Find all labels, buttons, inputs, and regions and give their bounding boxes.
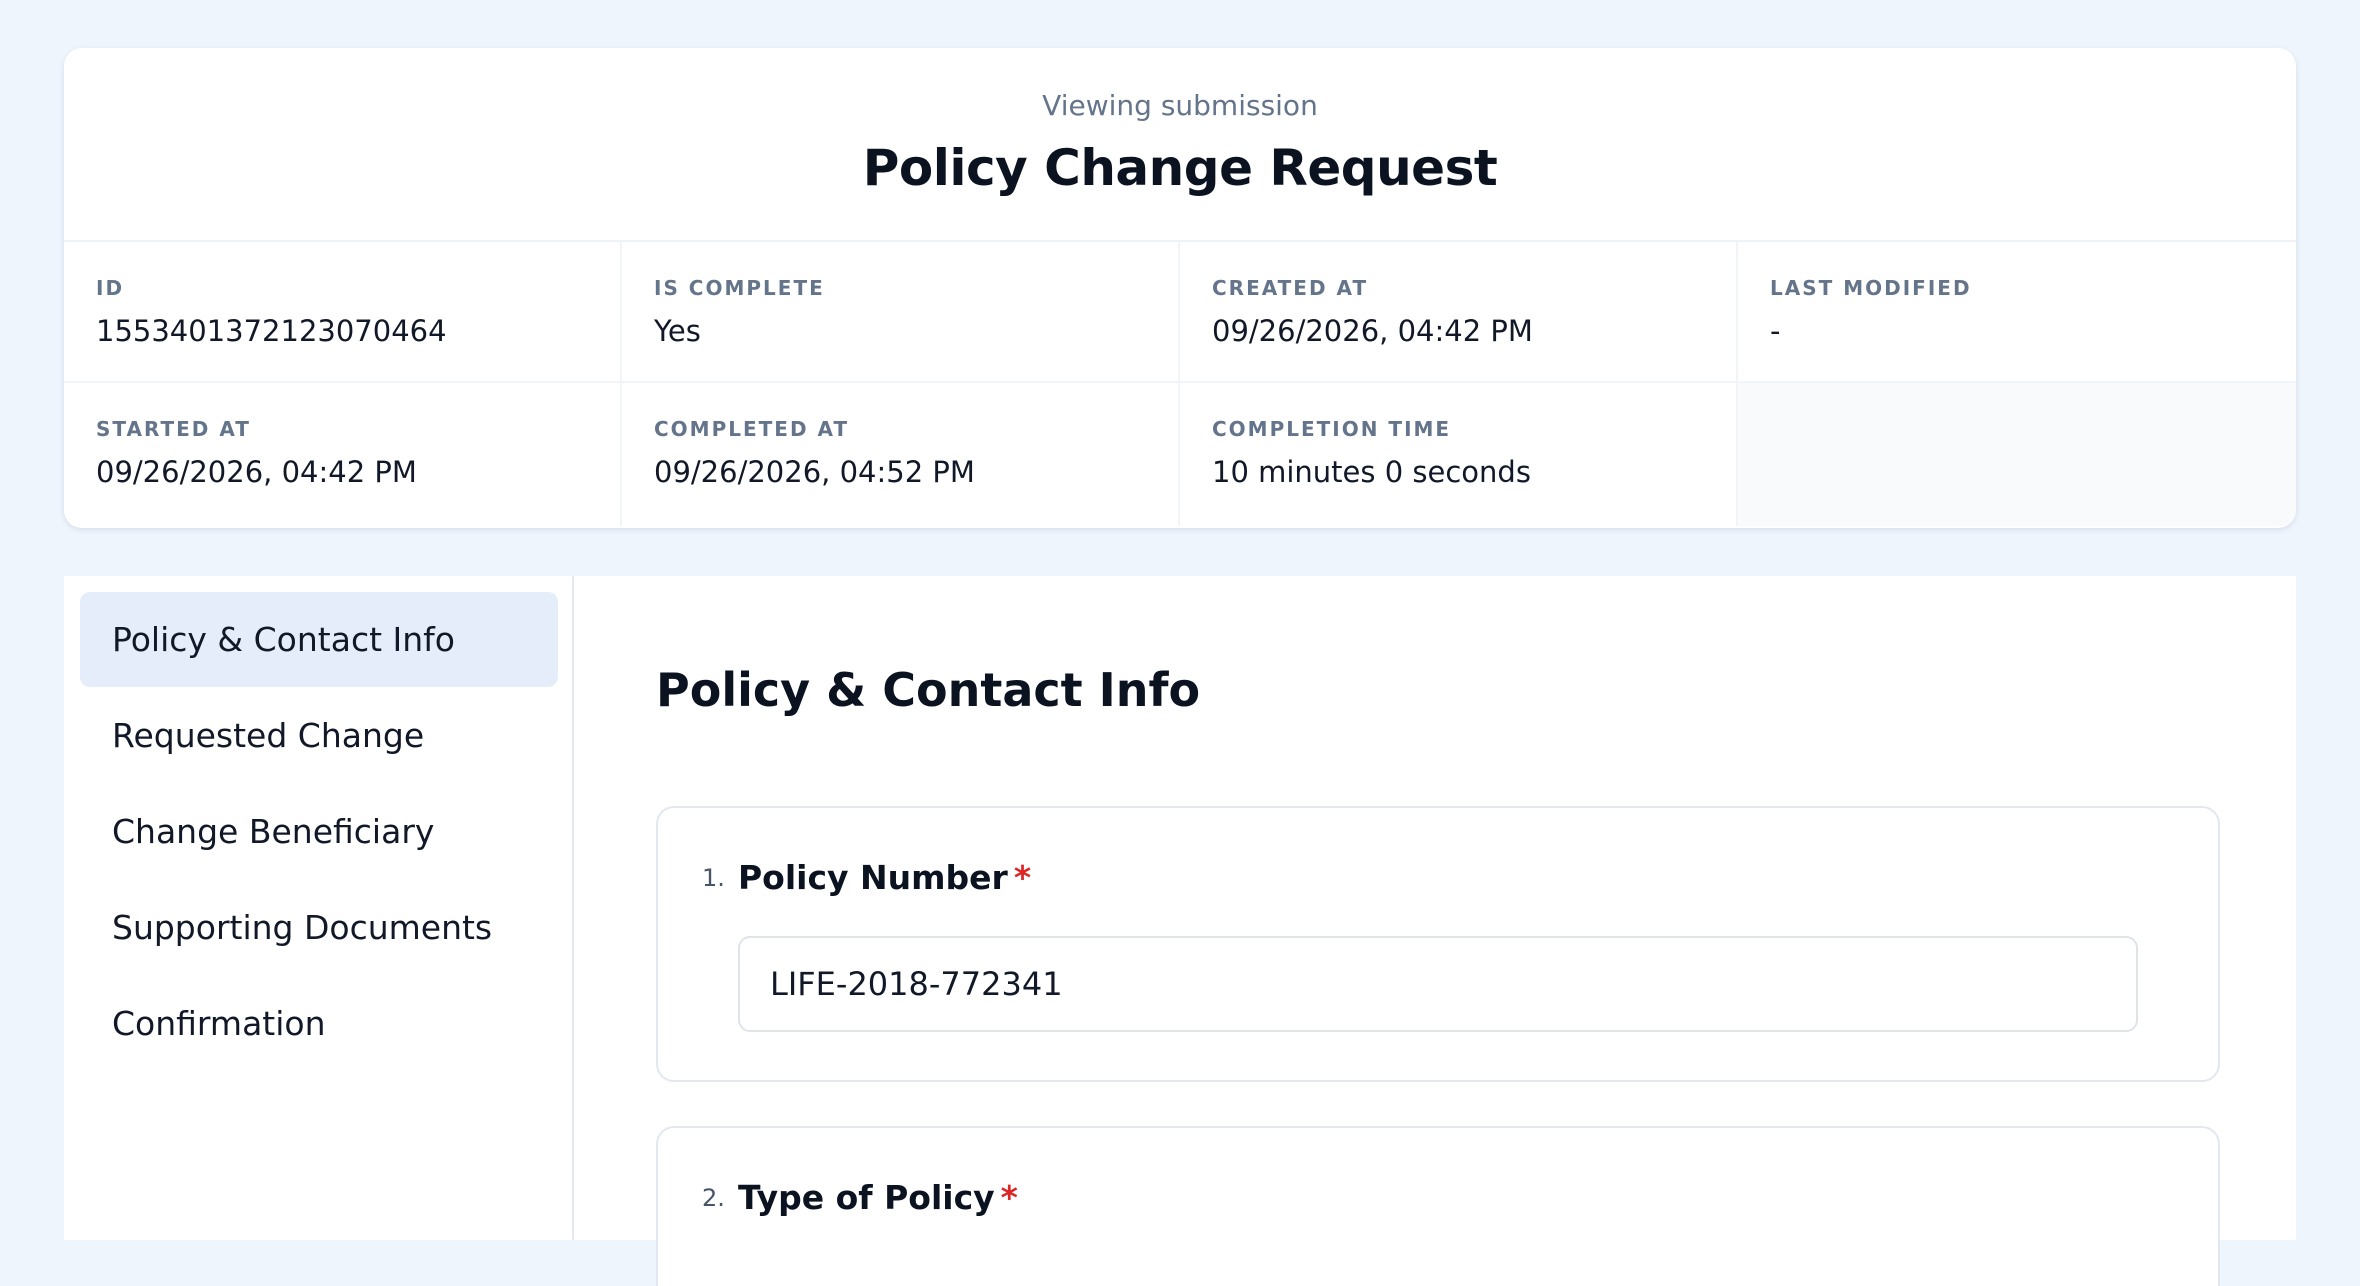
question-number: 1. [702, 864, 725, 892]
meta-completed-at-value: 09/26/2026, 04:52 PM [654, 455, 975, 489]
question-title-text: Policy Number [738, 858, 1008, 897]
meta-is-complete-value: Yes [654, 314, 701, 348]
required-asterisk: * [1013, 858, 1032, 897]
meta-id-value: 1553401372123070464 [96, 314, 447, 348]
page-subtitle: Viewing submission [1042, 89, 1318, 122]
sidebar-item-confirmation[interactable]: Confirmation [80, 976, 558, 1071]
meta-completion-time: COMPLETION TIME 10 minutes 0 seconds [1180, 383, 1738, 526]
form-body-panel: Policy & Contact Info Requested Change C… [64, 576, 2296, 1286]
meta-created-at: CREATED AT 09/26/2026, 04:42 PM [1180, 242, 1738, 383]
meta-created-at-value: 09/26/2026, 04:42 PM [1212, 314, 1533, 348]
question-title-text: Type of Policy [738, 1178, 995, 1217]
meta-is-complete-label: IS COMPLETE [654, 276, 825, 300]
sidebar-item-policy-contact-info[interactable]: Policy & Contact Info [80, 592, 558, 687]
meta-is-complete: IS COMPLETE Yes [622, 242, 1180, 383]
question-title: Type of Policy * [738, 1176, 1018, 1220]
meta-empty-cell [1738, 383, 2296, 526]
submission-meta-grid: ID 1553401372123070464 IS COMPLETE Yes C… [64, 242, 2296, 526]
meta-id: ID 1553401372123070464 [64, 242, 622, 383]
meta-last-modified-value: - [1770, 314, 1781, 348]
meta-completed-at-label: COMPLETED AT [654, 417, 850, 441]
meta-completion-time-label: COMPLETION TIME [1212, 417, 1452, 441]
sidebar-item-supporting-documents[interactable]: Supporting Documents [80, 880, 558, 975]
meta-started-at-value: 09/26/2026, 04:42 PM [96, 455, 417, 489]
meta-last-modified: LAST MODIFIED - [1738, 242, 2296, 383]
sidebar-item-change-beneficiary[interactable]: Change Beneficiary [80, 784, 558, 879]
question-title: Policy Number * [738, 856, 1031, 900]
meta-completed-at: COMPLETED AT 09/26/2026, 04:52 PM [622, 383, 1180, 526]
page-title: Policy Change Request [862, 139, 1498, 197]
sidebar-item-requested-change[interactable]: Requested Change [80, 688, 558, 783]
question-card-policy-number: 1. Policy Number * [656, 806, 2220, 1082]
header-title-area: Viewing submission Policy Change Request [64, 48, 2296, 242]
question-number: 2. [702, 1184, 725, 1212]
policy-number-input[interactable] [738, 936, 2138, 1032]
meta-started-at: STARTED AT 09/26/2026, 04:42 PM [64, 383, 622, 526]
meta-id-label: ID [96, 276, 125, 300]
meta-started-at-label: STARTED AT [96, 417, 251, 441]
meta-created-at-label: CREATED AT [1212, 276, 1369, 300]
question-card-type-of-policy: 2. Type of Policy * [656, 1126, 2220, 1286]
required-asterisk: * [1000, 1178, 1018, 1217]
section-title: Policy & Contact Info [656, 663, 1201, 717]
meta-last-modified-label: LAST MODIFIED [1770, 276, 1972, 300]
section-content: Policy & Contact Info 1. Policy Number * … [656, 576, 2226, 1286]
section-sidebar: Policy & Contact Info Requested Change C… [64, 576, 574, 1240]
submission-header-card: Viewing submission Policy Change Request… [64, 48, 2296, 528]
meta-completion-time-value: 10 minutes 0 seconds [1212, 455, 1531, 489]
